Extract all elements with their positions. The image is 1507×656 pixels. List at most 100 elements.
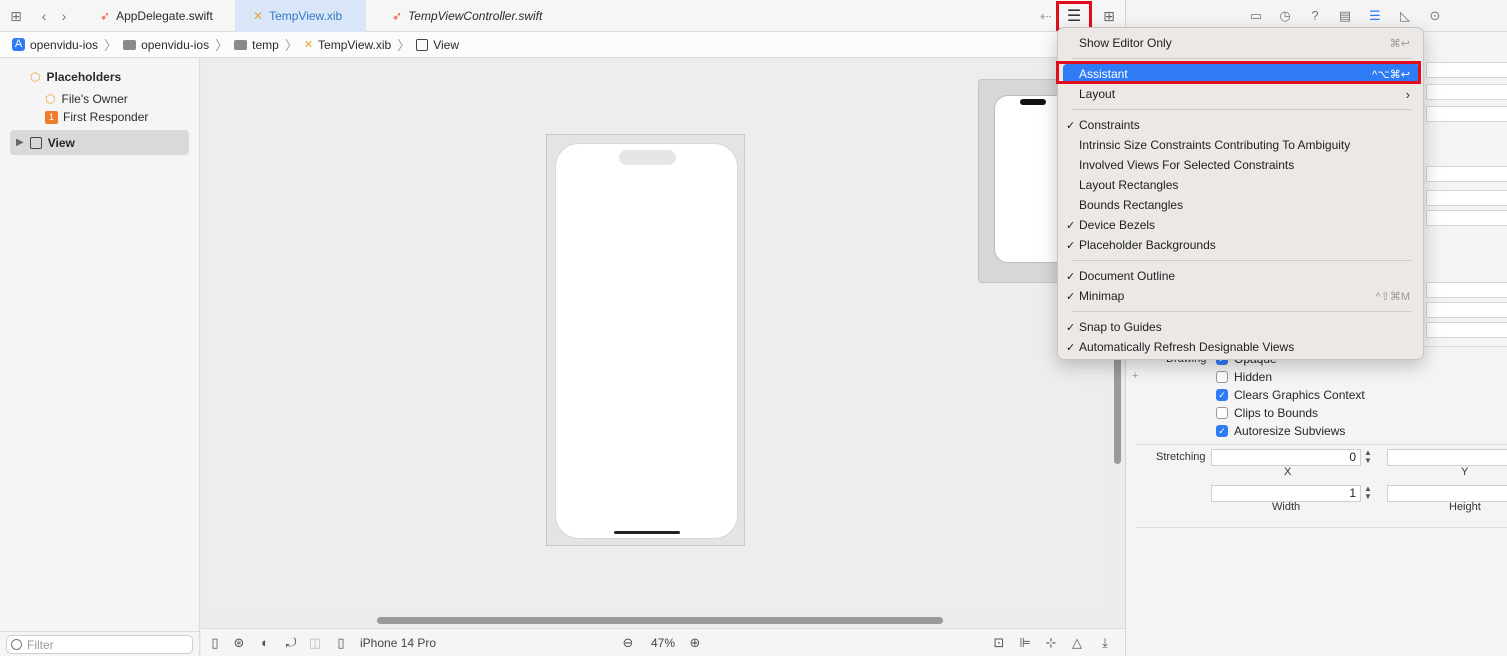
stepper-icon[interactable]: ▲ ▼ — [1363, 485, 1373, 502]
tab-tempview-xib[interactable]: ✕ TempView.xib — [235, 0, 366, 32]
view-icon — [29, 136, 42, 149]
zoom-out-icon[interactable]: ⊖ — [620, 635, 636, 651]
update-frames-icon[interactable]: ⊡ — [991, 635, 1007, 651]
lines-icon: ☰ — [1066, 8, 1082, 25]
size-inspector-icon[interactable]: ◺ — [1397, 8, 1413, 24]
disclosure-triangle-icon[interactable]: ▶ — [16, 137, 24, 148]
resolve-issues-icon[interactable]: △ — [1069, 635, 1085, 651]
canvas-bottom-bar: ▯ ⊛ ◐ ⤾ ◫ ▯ iPhone 14 Pro ⊖ 47% ⊕ ⊡ ⊫ ⊹ … — [201, 628, 1125, 656]
outline-view[interactable]: ▶ View — [10, 130, 189, 155]
checkmark-icon: ✓ — [1066, 290, 1076, 303]
chevron-right-icon[interactable]: › — [56, 8, 72, 24]
stretching-height-field[interactable] — [1387, 485, 1507, 502]
chevron-right-icon: 〉 — [104, 38, 118, 53]
device-view-frame[interactable] — [546, 134, 745, 546]
breadcrumb-group[interactable]: openvidu-ios — [123, 38, 209, 52]
inspector-field[interactable] — [1426, 62, 1507, 78]
menu-item-constraints[interactable]: ✓ Constraints — [1063, 115, 1420, 135]
menu-item-document-outline[interactable]: ✓ Document Outline — [1063, 266, 1420, 286]
menu-item-layout-rectangles[interactable]: Layout Rectangles — [1063, 175, 1420, 195]
cube-icon: ⬡ — [45, 92, 56, 106]
checkbox-label: Clears Graphics Context — [1234, 388, 1365, 402]
clips-to-bounds-checkbox[interactable]: Clips to Bounds — [1216, 406, 1318, 420]
tab-appdelegate[interactable]: ➶ AppDelegate.swift — [82, 0, 231, 32]
help-icon[interactable]: ? — [1307, 8, 1323, 24]
identity-inspector-icon[interactable]: ▤ — [1337, 8, 1353, 24]
history-icon[interactable]: ◷ — [1277, 8, 1293, 24]
inspector-field[interactable] — [1426, 282, 1507, 298]
orientation-icon[interactable]: ⤾ — [283, 635, 299, 651]
xib-icon: ✕ — [303, 39, 314, 51]
menu-item-show-editor-only[interactable]: Show Editor Only ⌘↩ — [1063, 33, 1420, 53]
add-editor-icon[interactable]: ⊞ — [1101, 8, 1117, 24]
attributes-inspector-icon[interactable]: ☰ — [1367, 8, 1383, 24]
checkbox-label: Clips to Bounds — [1234, 406, 1319, 420]
embed-in-icon[interactable]: ⤓ — [1097, 635, 1113, 651]
inspector-field[interactable] — [1426, 84, 1507, 100]
plus-icon[interactable]: + — [1132, 370, 1138, 382]
grid-icon[interactable]: ⊞ — [8, 8, 24, 24]
stretching-y-field[interactable] — [1387, 449, 1507, 466]
outline-files-owner[interactable]: ⬡ File's Owner — [45, 92, 128, 106]
autoresize-subviews-checkbox[interactable]: ✓ Autoresize Subviews — [1216, 424, 1345, 438]
menu-item-intrinsic-size[interactable]: Intrinsic Size Constraints Contributing … — [1063, 135, 1420, 155]
stretching-width-field[interactable]: 1 — [1211, 485, 1361, 502]
accessibility-icon[interactable]: ⊛ — [231, 635, 247, 651]
breadcrumb-label: TempView.xib — [318, 37, 392, 52]
menu-item-label: Assistant — [1079, 67, 1128, 81]
device-split-icon[interactable]: ◫ — [307, 635, 323, 651]
menu-item-layout[interactable]: Layout › — [1063, 84, 1420, 104]
add-constraints-icon[interactable]: ⊹ — [1043, 635, 1059, 651]
menu-item-label: Placeholder Backgrounds — [1079, 238, 1216, 252]
appearance-icon[interactable]: ◐ — [257, 635, 273, 651]
sidebar-toggle-icon[interactable]: ▯ — [207, 635, 223, 651]
zoom-level[interactable]: 47% — [651, 636, 675, 650]
breadcrumb-project[interactable]: A openvidu-ios — [12, 38, 98, 52]
tab-tempviewcontroller[interactable]: ➶ TempViewController.swift — [374, 0, 560, 32]
return-arrow-icon[interactable]: ⇠ — [1040, 8, 1052, 25]
inspector-field[interactable] — [1426, 210, 1507, 226]
breadcrumb-folder[interactable]: temp — [234, 38, 279, 52]
device-screen[interactable] — [555, 143, 738, 539]
app-icon: A — [12, 38, 25, 51]
align-icon[interactable]: ⊫ — [1017, 635, 1033, 651]
menu-item-minimap[interactable]: ✓ Minimap ^⇧⌘M — [1063, 286, 1420, 306]
menu-item-snap-to-guides[interactable]: ✓ Snap to Guides — [1063, 317, 1420, 337]
filter-field[interactable]: Filter — [6, 635, 193, 654]
stretching-x-field[interactable]: 0 — [1211, 449, 1361, 466]
menu-item-device-bezels[interactable]: ✓ Device Bezels — [1063, 215, 1420, 235]
clears-graphics-context-checkbox[interactable]: ✓ Clears Graphics Context — [1216, 388, 1365, 402]
file-inspector-icon[interactable]: ▭ — [1248, 8, 1264, 24]
horizontal-scrollbar[interactable] — [377, 617, 943, 624]
xib-icon: ✕ — [253, 9, 264, 23]
inspector-field[interactable] — [1426, 190, 1507, 206]
device-icon[interactable]: ▯ — [333, 635, 349, 651]
breadcrumb-view[interactable]: View — [416, 38, 459, 52]
menu-item-involved-views[interactable]: Involved Views For Selected Constraints — [1063, 155, 1420, 175]
menu-item-bounds-rectangles[interactable]: Bounds Rectangles — [1063, 195, 1420, 215]
menu-item-assistant[interactable]: Assistant ^⌥⌘↩ — [1063, 64, 1420, 84]
outline-first-responder[interactable]: 1 First Responder — [45, 110, 148, 124]
chevron-left-icon[interactable]: ‹ — [36, 8, 52, 24]
outline-placeholders[interactable]: ⬡ Placeholders — [30, 70, 121, 84]
outline-label: First Responder — [63, 110, 149, 124]
menu-item-label: Device Bezels — [1079, 218, 1156, 232]
interface-builder-canvas[interactable] — [201, 58, 1119, 624]
inspector-field[interactable] — [1426, 106, 1507, 122]
breadcrumb-file[interactable]: ✕ TempView.xib — [304, 38, 391, 52]
menu-item-placeholder-backgrounds[interactable]: ✓ Placeholder Backgrounds — [1063, 235, 1420, 255]
stepper-icon[interactable]: ▲ ▼ — [1363, 449, 1373, 466]
checkmark-icon: ✓ — [1066, 239, 1076, 252]
folder-icon — [123, 39, 137, 50]
zoom-in-icon[interactable]: ⊕ — [687, 635, 703, 651]
menu-item-label: Automatically Refresh Designable Views — [1079, 340, 1295, 354]
inspector-field[interactable] — [1426, 322, 1507, 338]
device-name[interactable]: iPhone 14 Pro — [360, 636, 436, 650]
height-label: Height — [1449, 501, 1481, 513]
connections-inspector-icon[interactable]: ⊙ — [1427, 8, 1443, 24]
menu-item-label: Minimap — [1079, 289, 1125, 303]
inspector-field[interactable] — [1426, 166, 1507, 182]
hidden-checkbox[interactable]: Hidden — [1216, 370, 1272, 384]
menu-item-auto-refresh-designables[interactable]: ✓ Automatically Refresh Designable Views — [1063, 337, 1420, 357]
inspector-field[interactable] — [1426, 302, 1507, 318]
